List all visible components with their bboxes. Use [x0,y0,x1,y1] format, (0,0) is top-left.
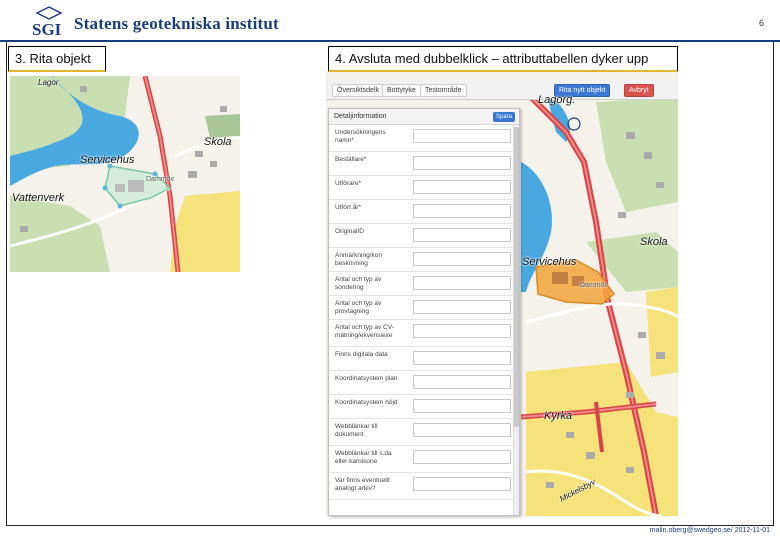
attribute-input[interactable] [413,300,511,314]
attribute-input[interactable] [413,156,511,170]
attribute-input[interactable] [413,351,511,365]
attribute-panel: Detaljinformation Spara Undersökningens … [328,108,520,516]
attribute-label: Antal och typ av CV-mätning/ekvenslexe [335,324,394,339]
map-step3-canvas [10,76,240,272]
map-toolbar: Översiktsdelk Bottytyke Testområde Rita … [326,80,678,100]
map1-label-small: Dammöv [146,176,175,183]
attribute-input[interactable] [413,423,511,437]
attribute-label: Finns digitala data [335,351,388,358]
attribute-label: Antal och typ av provtagning [335,300,382,315]
attribute-fields: Undersökningens namn* Beställare* Utförare… [329,125,515,500]
step4-title: 4. Avsluta med dubbelklick – attributtab… [328,46,678,72]
attribute-input[interactable] [413,129,511,143]
attribute-row: Webblänkar till dokument [329,419,515,446]
attribute-input[interactable] [413,228,511,242]
toolbar-button-bottytyke[interactable]: Bottytyke [382,84,421,97]
attribute-row: Finns digitala data [329,347,515,371]
attribute-label: Koordinatsystem plan [335,375,398,382]
attribute-row: Antal och typ av provtagning [329,296,515,320]
attribute-label: Utfört år* [335,204,362,211]
attribute-input[interactable] [413,252,511,266]
page-number: 6 [758,18,764,28]
attribute-row: Antal och typ av CV-mätning/ekvenslexe [329,320,515,347]
attribute-label: Antal och typ av sondering [335,276,382,291]
step3-title: 3. Rita objekt [8,46,106,72]
map1-label-lagor: Lagor [38,78,59,87]
attribute-input[interactable] [413,204,511,218]
attribute-panel-header: Detaljinformation Spara [329,109,519,125]
attribute-row: OriginalID [329,224,515,248]
attribute-label: Webblänkar till s.da eller karnisone [335,450,392,465]
attribute-row: Anmärkning/kon beskrivning [329,248,515,272]
footer-contact: malin.oberg@swedgeo.se/ 2012-11-01 [649,527,770,534]
map2-label-skola: Skola [640,236,668,248]
attribute-label: Var finns eventuellt analogt arkiv? [335,477,390,492]
attribute-row: Koordinatsystem höjd [329,395,515,419]
attribute-panel-title: Detaljinformation [334,113,387,120]
attribute-label: Beställare* [335,156,367,163]
attribute-panel-scrollbar[interactable] [513,125,519,515]
attribute-row: Antal och typ av sondering [329,272,515,296]
sgi-logo-icon: SGI [32,6,63,38]
scrollbar-thumb[interactable] [514,127,519,427]
attribute-row: Var finns eventuellt analogt arkiv? [329,473,515,500]
attribute-label: Utförare* [335,180,362,187]
map2-label-servicehus: Servicehus [522,256,577,268]
map2-label-kyrka: Kyrka [544,410,573,422]
attribute-label: Webblänkar till dokument [335,423,378,438]
toolbar-button-testomrade[interactable]: Testområde [420,84,467,97]
attribute-row: Beställare* [329,152,515,176]
map2-label-small: Dammöv [580,282,609,289]
attribute-row: Utförare* [329,176,515,200]
slide-header: SGI Statens geotekniska institut 6 [0,0,780,42]
attribute-row: Undersökningens namn* [329,125,515,152]
attribute-input[interactable] [413,399,511,413]
toolbar-button-oversikt[interactable]: Översiktsdelk [332,84,385,97]
attribute-input[interactable] [413,477,511,491]
attribute-input[interactable] [413,324,511,338]
map-step3[interactable]: Skola Servicehus Vattenverk Lagor Dammöv [10,76,240,272]
logo-text: SGI [32,20,62,38]
map1-label-vattenverk: Vattenverk [12,192,65,204]
attribute-label: OriginalID [335,228,364,235]
attribute-row: Webblänkar till s.da eller karnisone [329,446,515,473]
map1-label-servicehus: Servicehus [80,154,135,166]
attribute-label: Undersökningens namn* [335,129,386,144]
attribute-label: Anmärkning/kon beskrivning [335,252,382,267]
map1-label-skola: Skola [204,136,232,148]
attribute-row: Koordinatsystem plan [329,371,515,395]
attribute-input[interactable] [413,276,511,290]
attribute-input[interactable] [413,375,511,389]
attribute-input[interactable] [413,180,511,194]
attribute-label: Koordinatsystem höjd [335,399,398,406]
cancel-button[interactable]: Avbryt [624,84,654,97]
map2-label-lagorg: Lagorg. [538,94,576,106]
attribute-row: Utfört år* [329,200,515,224]
attribute-input[interactable] [413,450,511,464]
institute-name: Statens geotekniska institut [74,14,279,33]
save-button[interactable]: Spara [493,112,515,122]
